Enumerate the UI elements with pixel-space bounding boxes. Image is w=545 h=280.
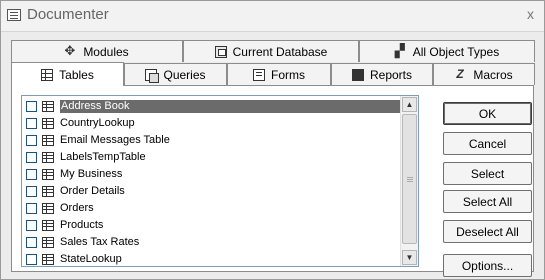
- ok-button[interactable]: OK: [443, 102, 532, 125]
- list-item[interactable]: LabelsTempTable: [22, 149, 402, 166]
- table-icon: [42, 135, 54, 146]
- select-all-button[interactable]: Select All: [443, 190, 532, 213]
- table-icon: [42, 203, 54, 214]
- tab-label: Queries: [163, 67, 206, 82]
- list-item[interactable]: Sales Tax Rates: [22, 234, 402, 251]
- macros-icon: [455, 67, 467, 81]
- item-label: Sales Tax Rates: [60, 236, 140, 248]
- item-checkbox[interactable]: [26, 254, 37, 265]
- object-types-icon: [395, 43, 407, 59]
- tab-all-object-types[interactable]: All Object Types: [359, 40, 535, 62]
- item-checkbox[interactable]: [26, 152, 37, 163]
- tab-label: Tables: [59, 67, 94, 82]
- list-item[interactable]: Email Messages Table: [22, 132, 402, 149]
- item-label: Orders: [60, 202, 94, 214]
- tab-modules[interactable]: Modules: [11, 40, 183, 62]
- list-item[interactable]: CountryLookup: [22, 115, 402, 132]
- list-item[interactable]: My Business: [22, 166, 402, 183]
- tab-label: All Object Types: [412, 44, 500, 59]
- window-title: Documenter: [27, 6, 109, 23]
- table-icon: [42, 254, 54, 265]
- table-icon: [42, 237, 54, 248]
- item-checkbox[interactable]: [26, 186, 37, 197]
- item-label: Address Book: [60, 100, 401, 113]
- tab-reports[interactable]: Reports: [331, 63, 433, 85]
- select-button[interactable]: Select: [443, 162, 532, 185]
- queries-icon: [145, 68, 160, 83]
- item-label: Order Details: [60, 185, 125, 197]
- item-label: StateLookup: [60, 253, 122, 265]
- table-icon: [42, 169, 54, 180]
- tab-label: Modules: [83, 44, 129, 59]
- database-icon: [214, 45, 227, 58]
- item-label: CountryLookup: [60, 117, 135, 129]
- scroll-down-button[interactable]: ▼: [402, 250, 417, 265]
- table-icon: [42, 186, 54, 197]
- object-listbox[interactable]: Address Book CountryLookup Email Message…: [21, 95, 419, 267]
- tab-current-database[interactable]: Current Database: [183, 40, 359, 62]
- tab-label: Macros: [473, 67, 513, 82]
- tab-label: Forms: [271, 67, 305, 82]
- item-label: Email Messages Table: [60, 134, 170, 146]
- tab-tables[interactable]: Tables: [11, 62, 124, 86]
- item-checkbox[interactable]: [26, 237, 37, 248]
- item-label: Products: [60, 219, 104, 231]
- title-bar: Documenter x: [1, 1, 544, 32]
- tab-label: Current Database: [232, 44, 328, 59]
- list-item[interactable]: Order Details: [22, 183, 402, 200]
- forms-icon: [253, 68, 265, 81]
- table-icon: [42, 220, 54, 231]
- tab-label: Reports: [369, 67, 413, 82]
- documenter-dialog: Documenter x Modules Current Database Al…: [0, 0, 545, 280]
- list-item[interactable]: StateLookup: [22, 251, 402, 268]
- item-checkbox[interactable]: [26, 135, 37, 146]
- scroll-up-button[interactable]: ▲: [402, 97, 417, 112]
- deselect-all-button[interactable]: Deselect All: [443, 220, 532, 243]
- documenter-icon: [7, 9, 21, 21]
- tab-queries[interactable]: Queries: [124, 63, 227, 85]
- tab-forms[interactable]: Forms: [227, 63, 331, 85]
- item-checkbox[interactable]: [26, 118, 37, 129]
- table-icon: [41, 68, 54, 81]
- list-item[interactable]: Products: [22, 217, 402, 234]
- vertical-scrollbar[interactable]: ▲ ▼: [400, 96, 418, 266]
- table-icon: [42, 152, 54, 163]
- item-checkbox[interactable]: [26, 203, 37, 214]
- item-checkbox[interactable]: [26, 169, 37, 180]
- item-label: LabelsTempTable: [60, 151, 146, 163]
- item-checkbox[interactable]: [26, 101, 37, 112]
- cancel-button[interactable]: Cancel: [443, 132, 532, 155]
- table-icon: [42, 101, 54, 112]
- modules-icon: [64, 43, 77, 59]
- tab-macros[interactable]: Macros: [433, 63, 535, 85]
- item-label: My Business: [60, 168, 123, 180]
- list-item[interactable]: Orders: [22, 200, 402, 217]
- options-button[interactable]: Options...: [443, 254, 532, 277]
- reports-icon: [351, 68, 364, 81]
- table-icon: [42, 118, 54, 129]
- close-button[interactable]: x: [527, 6, 534, 22]
- item-checkbox[interactable]: [26, 220, 37, 231]
- scroll-thumb[interactable]: [402, 114, 417, 244]
- list-item[interactable]: Address Book: [22, 98, 402, 115]
